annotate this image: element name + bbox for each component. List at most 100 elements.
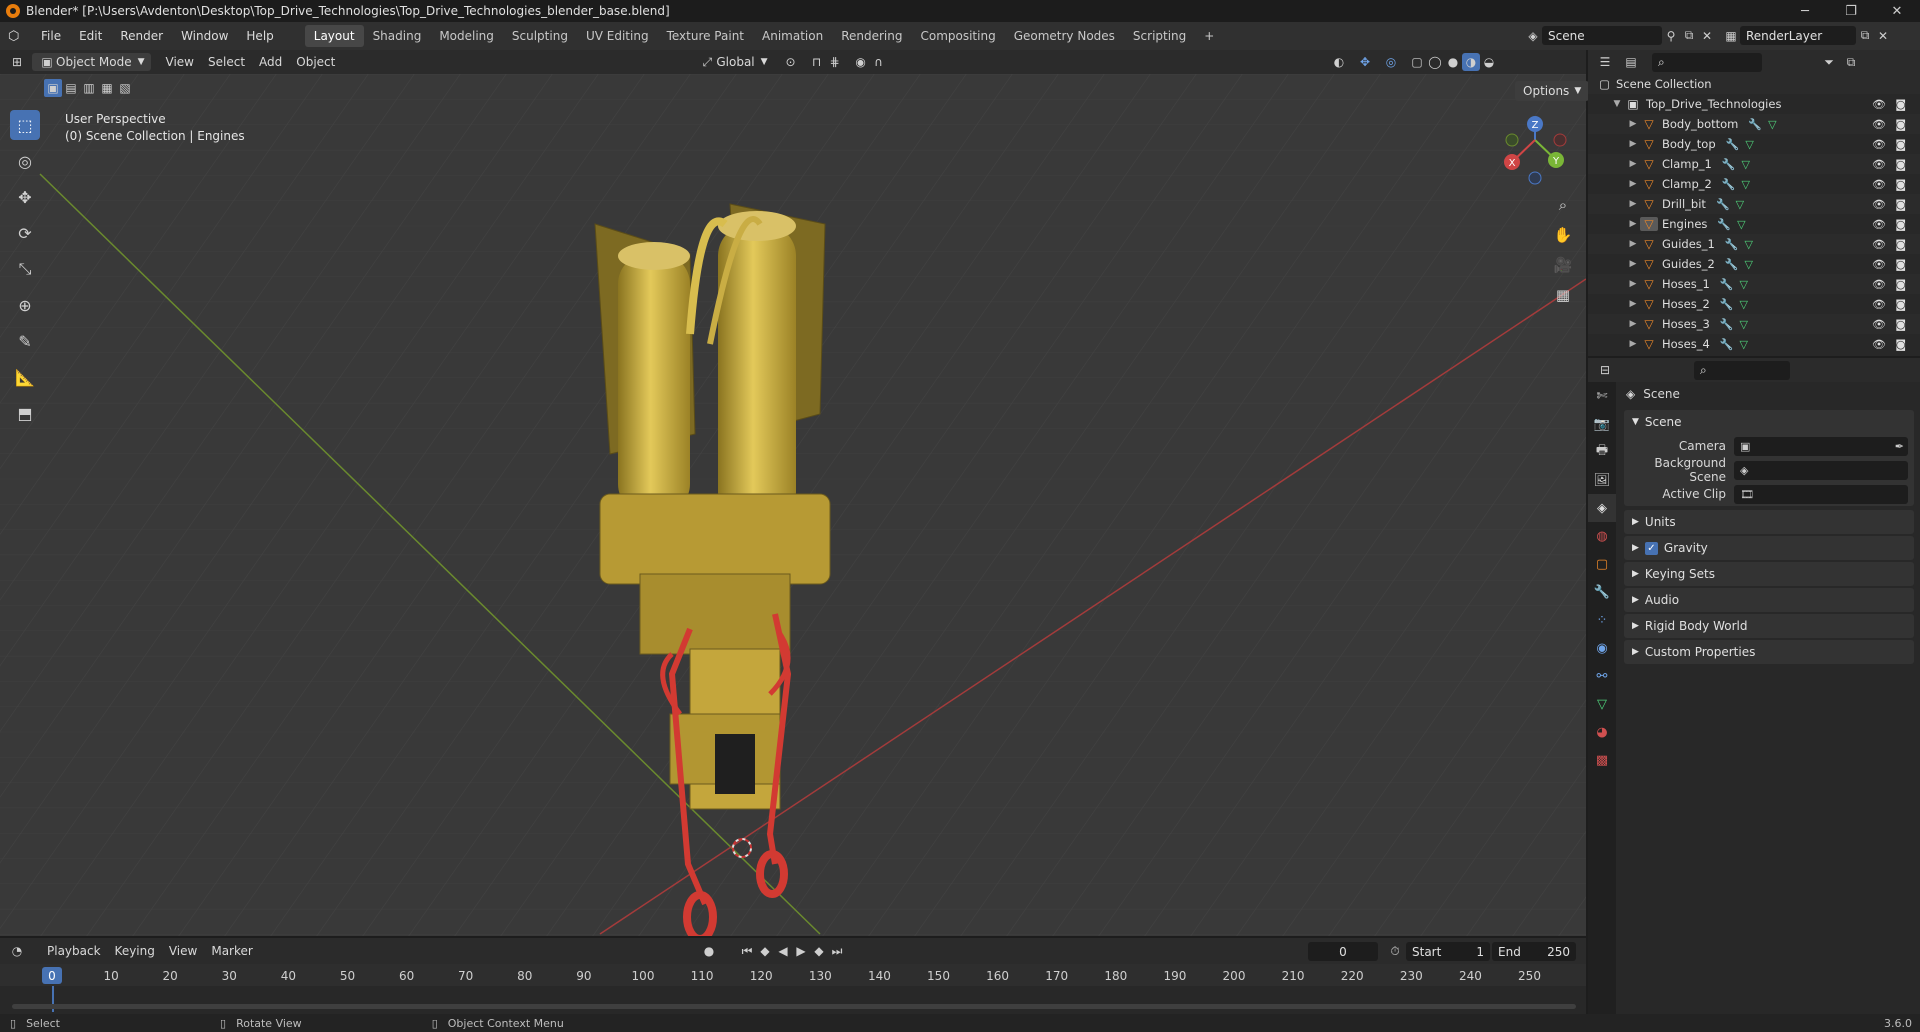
scene-icon[interactable]: ◈ [1524,27,1542,45]
blender-menu-icon[interactable]: ⬡ [8,29,26,44]
tool-tab-icon[interactable]: ✄ [1588,382,1616,410]
wrench-icon[interactable]: 🔧 [1720,298,1734,311]
tab-uv-editing[interactable]: UV Editing [577,25,658,47]
snap-icon[interactable]: ⊓ [808,53,826,71]
tab-layout[interactable]: Layout [304,25,364,47]
solid-shading-icon[interactable]: ● [1444,53,1462,71]
scene-tab-icon[interactable]: ◈ [1588,494,1616,522]
outliner-object-row[interactable]: ▶ ▽ Engines 🔧 ▽ 👁 ◙ [1588,214,1920,234]
snap-target-icon[interactable]: ⋕ [826,53,844,71]
outliner-object-row[interactable]: ▶ ▽ Hoses_3 🔧 ▽ 👁 ◙ [1588,314,1920,334]
rendered-shading-icon[interactable]: ◒ [1480,53,1498,71]
timeline-ruler[interactable]: 0 10 20 30 40 50 60 70 80 90 100 110 120 130 140 150 160… [0,964,1586,986]
menu-marker[interactable]: Marker [204,944,259,958]
view-layer-tab-icon[interactable]: 🖼 [1588,466,1616,494]
scene-name-field[interactable]: Scene [1542,26,1662,45]
options-button[interactable]: Options ▼ [1515,81,1590,101]
visibility-icon[interactable]: ◐ [1330,53,1348,71]
collection-row[interactable]: ▼ ▣ Top_Drive_Technologies 👁 ◙ [1588,94,1920,114]
gravity-panel[interactable]: ▶ ✓ Gravity [1624,536,1914,560]
eye-icon[interactable]: 👁 [1872,158,1886,171]
keying-sets-panel[interactable]: ▶ Keying Sets [1624,562,1914,586]
wrench-icon[interactable]: 🔧 [1720,318,1734,331]
wrench-icon[interactable]: 🔧 [1720,338,1734,351]
camera-icon[interactable]: ◙ [1895,98,1906,111]
properties-editor-icon[interactable]: ⊟ [1596,361,1614,379]
modifier-tab-icon[interactable]: 🔧 [1588,578,1616,606]
maximize-button[interactable]: ❐ [1828,0,1874,22]
expand-icon[interactable]: ▶ [1626,119,1640,129]
menu-help[interactable]: Help [237,29,282,43]
expand-icon[interactable]: ▶ [1626,219,1640,229]
eye-icon[interactable]: 👁 [1872,258,1886,271]
wrench-icon[interactable]: 🔧 [1720,278,1734,291]
eye-icon[interactable]: 👁 [1872,238,1886,251]
tab-compositing[interactable]: Compositing [911,25,1004,47]
eye-icon[interactable]: 👁 [1872,178,1886,191]
material-shading-icon[interactable]: ◑ [1462,53,1480,71]
texture-tab-icon[interactable]: ▩ [1588,746,1616,774]
new-scene-icon[interactable]: ⧉ [1680,27,1698,45]
select-new-icon[interactable]: ▣ [44,79,62,97]
render-tab-icon[interactable]: 📷 [1588,410,1616,438]
units-panel[interactable]: ▶ Units [1624,510,1914,534]
expand-icon[interactable]: ▶ [1626,239,1640,249]
outliner-object-row[interactable]: ▶ ▽ Guides_2 🔧 ▽ 👁 ◙ [1588,254,1920,274]
camera-icon[interactable]: ◙ [1895,318,1906,331]
annotate-tool[interactable]: ✎ [10,326,40,356]
wrench-icon[interactable]: 🔧 [1748,118,1762,131]
eye-icon[interactable]: 👁 [1872,298,1886,311]
scale-tool[interactable]: ⤡ [10,254,40,284]
3d-viewport[interactable]: Z Y X [0,74,1586,936]
tab-sculpting[interactable]: Sculpting [503,25,577,47]
eye-icon[interactable]: 👁 [1872,278,1886,291]
outliner-object-row[interactable]: ▶ ▽ Guides_1 🔧 ▽ 👁 ◙ [1588,234,1920,254]
tab-rendering[interactable]: Rendering [832,25,911,47]
mesh-data-icon[interactable]: ▽ [1740,298,1748,311]
current-frame-field[interactable]: 0 [1308,942,1378,961]
menu-timeline-view[interactable]: View [162,944,204,958]
particles-tab-icon[interactable]: ⁘ [1588,606,1616,634]
render-layer-icon[interactable]: ▦ [1722,27,1740,45]
select-box-tool[interactable]: ⬚ [10,110,40,140]
camera-icon[interactable]: ◙ [1895,238,1906,251]
mesh-data-icon[interactable]: ▽ [1740,278,1748,291]
wrench-icon[interactable]: 🔧 [1722,158,1736,171]
object-tab-icon[interactable]: ▢ [1588,550,1616,578]
filter-icon[interactable]: ⏷ [1820,53,1838,71]
camera-icon[interactable]: ◙ [1895,198,1906,211]
measure-tool[interactable]: 📐 [10,362,40,392]
wrench-icon[interactable]: 🔧 [1717,218,1731,231]
expand-icon[interactable]: ▶ [1626,259,1640,269]
mesh-data-icon[interactable]: ▽ [1740,318,1748,331]
zoom-icon[interactable]: ⌕ [1550,192,1576,218]
menu-view[interactable]: View [159,55,201,69]
camera-icon[interactable]: ◙ [1895,338,1906,351]
outliner-object-row[interactable]: ▶ ▽ Hoses_4 🔧 ▽ 👁 ◙ [1588,334,1920,354]
wrench-icon[interactable]: 🔧 [1726,138,1740,151]
play-icon[interactable]: ▶ [792,942,810,960]
jump-end-icon[interactable]: ⏭ [828,942,846,960]
eye-icon[interactable]: 👁 [1872,118,1886,131]
overlay-icon[interactable]: ◎ [1382,53,1400,71]
minimize-button[interactable]: ─ [1782,0,1828,22]
material-tab-icon[interactable]: ◕ [1588,718,1616,746]
rigid-body-world-panel[interactable]: ▶ Rigid Body World [1624,614,1914,638]
outliner-object-row[interactable]: ▶ ▽ Clamp_2 🔧 ▽ 👁 ◙ [1588,174,1920,194]
end-frame-field[interactable]: End 250 [1492,942,1576,961]
select-subtract-icon[interactable]: ▥ [80,79,98,97]
camera-icon[interactable]: ◙ [1895,278,1906,291]
menu-select[interactable]: Select [201,55,252,69]
audio-panel[interactable]: ▶ Audio [1624,588,1914,612]
camera-icon[interactable]: ◙ [1895,258,1906,271]
output-tab-icon[interactable]: 🖶 [1588,438,1616,466]
mesh-data-icon[interactable]: ▽ [1745,258,1753,271]
transform-orientation-dropdown[interactable]: ⤢ Global ▼ [692,53,773,71]
outliner-object-row[interactable]: ▶ ▽ Drill_bit 🔧 ▽ 👁 ◙ [1588,194,1920,214]
outliner-object-row[interactable]: ▶ ▽ Hoses_1 🔧 ▽ 👁 ◙ [1588,274,1920,294]
stopwatch-icon[interactable]: ⏱ [1386,943,1404,961]
expand-icon[interactable]: ▼ [1610,99,1624,109]
custom-properties-panel[interactable]: ▶ Custom Properties [1624,640,1914,664]
mesh-data-icon[interactable]: ▽ [1745,238,1753,251]
expand-icon[interactable]: ▶ [1626,299,1640,309]
